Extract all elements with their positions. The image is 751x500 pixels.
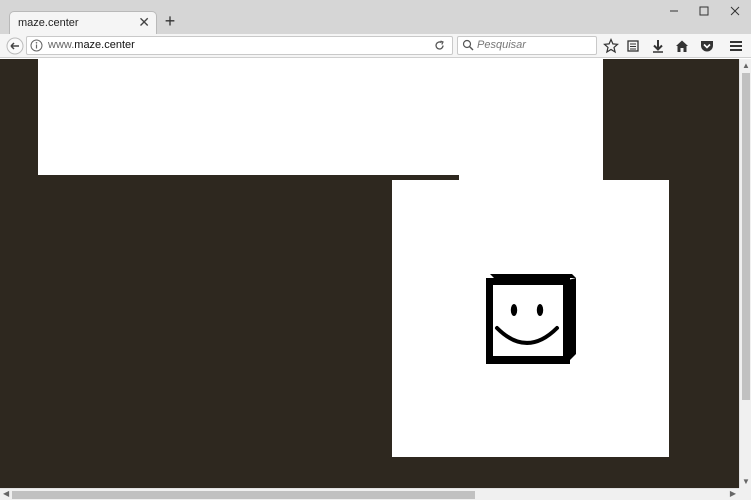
search-placeholder: Pesquisar [477,39,526,51]
search-bar[interactable]: Pesquisar [457,36,597,55]
library-icon[interactable] [624,37,642,55]
active-tab[interactable]: maze.center ✕ [9,11,157,34]
star-icon[interactable] [602,37,620,55]
url-domain: maze.center [74,39,135,51]
maze-wall-top [38,59,603,175]
horizontal-scrollbar[interactable]: ◀ ▶ [0,488,739,500]
scrollbar-corner [739,488,751,500]
close-icon[interactable] [725,4,745,18]
search-icon [462,39,474,51]
reload-icon[interactable] [433,39,446,52]
url-text[interactable]: www.maze.center [48,39,135,51]
navigation-toolbar: www.maze.center Pesquisar [0,34,751,58]
hamburger-menu-icon[interactable] [727,37,745,55]
tab-title: maze.center [18,17,79,29]
scroll-down-arrow[interactable]: ▼ [742,477,750,486]
new-tab-button[interactable]: + [162,12,178,30]
vertical-scrollbar[interactable]: ▲ ▼ [739,59,751,488]
download-icon[interactable] [649,37,667,55]
info-icon[interactable] [30,39,43,52]
maximize-icon[interactable] [694,4,714,18]
back-arrow-icon[interactable] [6,37,24,55]
url-prefix: www. [48,39,75,51]
horizontal-scroll-thumb[interactable] [12,491,475,499]
tab-bar: maze.center ✕ + [0,0,751,34]
scroll-left-arrow[interactable]: ◀ [3,489,9,498]
smiley-cube-icon [486,274,576,364]
vertical-scroll-thumb[interactable] [742,73,750,400]
url-bar[interactable]: www.maze.center [26,36,453,55]
tab-close-button[interactable]: ✕ [138,14,150,30]
minimize-icon[interactable] [664,4,684,18]
page-viewport[interactable] [0,59,739,488]
home-icon[interactable] [673,37,691,55]
pocket-icon[interactable] [698,37,716,55]
scroll-up-arrow[interactable]: ▲ [742,61,750,70]
scroll-right-arrow[interactable]: ▶ [730,489,736,498]
